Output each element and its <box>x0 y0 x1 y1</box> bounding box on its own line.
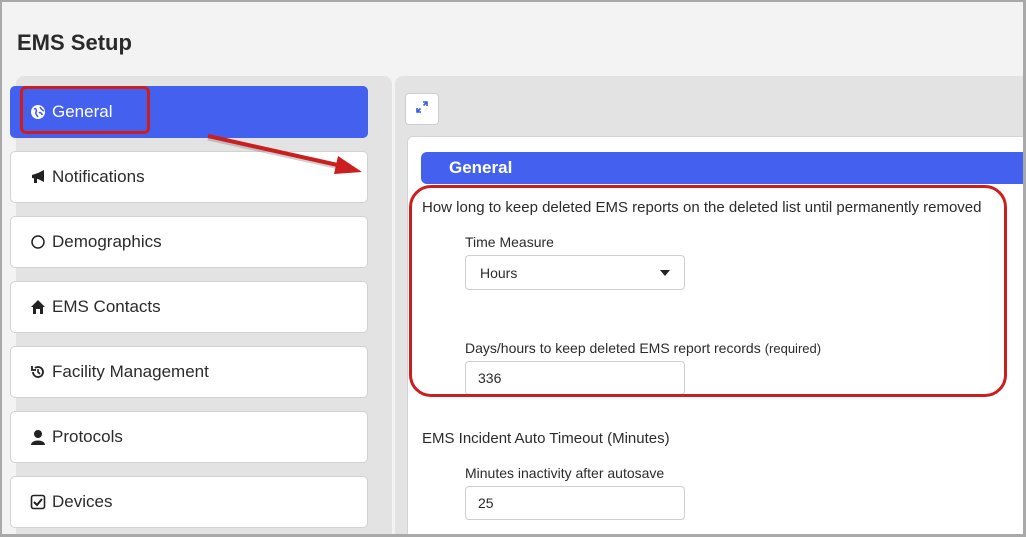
expand-button[interactable] <box>405 93 439 125</box>
sidebar-item-devices[interactable]: Devices <box>10 476 368 528</box>
sidebar-item-demographics[interactable]: Demographics <box>10 216 368 268</box>
globe-icon <box>29 103 47 121</box>
sidebar-item-protocols[interactable]: Protocols <box>10 411 368 463</box>
days-input[interactable] <box>465 361 685 395</box>
days-label: Days/hours to keep deleted EMS report re… <box>465 340 821 356</box>
time-measure-value: Hours <box>480 264 518 281</box>
sidebar-item-facility-management[interactable]: Facility Management <box>10 346 368 398</box>
required-tag: (required) <box>764 341 822 356</box>
sidebar-item-label: EMS Contacts <box>52 297 161 316</box>
check-square-icon <box>29 493 47 511</box>
time-measure-label: Time Measure <box>465 234 554 250</box>
timeout-question: EMS Incident Auto Timeout (Minutes) <box>422 430 670 447</box>
sidebar-item-label: Notifications <box>52 167 145 186</box>
sidebar-item-label: Protocols <box>52 427 123 446</box>
home-icon <box>29 298 47 316</box>
caret-down-icon <box>660 270 670 276</box>
sidebar-item-label: Demographics <box>52 232 162 251</box>
page-title: EMS Setup <box>17 30 132 55</box>
sidebar-item-notifications[interactable]: Notifications <box>10 151 368 203</box>
days-label-text: Days/hours to keep deleted EMS report re… <box>465 340 761 356</box>
sidebar-item-ems-contacts[interactable]: EMS Contacts <box>10 281 368 333</box>
sidebar-item-label: Facility Management <box>52 362 209 381</box>
sidebar-item-label: Devices <box>52 492 113 511</box>
time-measure-select[interactable]: Hours <box>465 255 685 290</box>
expand-icon <box>415 100 429 119</box>
retention-question: How long to keep deleted EMS reports on … <box>422 199 982 216</box>
history-icon <box>29 363 47 381</box>
app-frame: EMS Setup General Notifications Demograp… <box>0 0 1026 537</box>
bullhorn-icon <box>29 168 47 186</box>
user-icon <box>29 428 47 446</box>
minutes-label: Minutes inactivity after autosave <box>465 465 665 481</box>
sidebar-item-label: General <box>52 102 113 121</box>
circle-icon <box>29 233 47 251</box>
minutes-input[interactable] <box>465 486 685 520</box>
section-header: General <box>421 152 1023 184</box>
sidebar-item-general[interactable]: General <box>10 86 368 138</box>
